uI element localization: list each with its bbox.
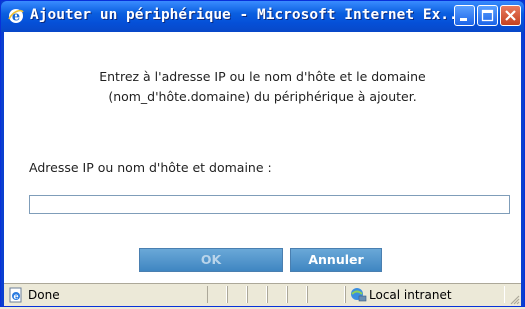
instruction-line-1: Entrez à l'adresse IP ou le nom d'hôte e…	[99, 69, 426, 84]
maximize-button[interactable]	[477, 5, 498, 26]
address-field-label: Adresse IP ou nom d'hôte et domaine :	[29, 160, 272, 175]
minimize-button[interactable]	[454, 5, 475, 26]
zone-text: Local intranet	[369, 288, 452, 302]
status-segment	[207, 286, 227, 303]
page-done-icon: e	[8, 287, 24, 303]
close-button[interactable]	[500, 5, 521, 26]
title-bar[interactable]: e Ajouter un périphérique - Microsoft In…	[1, 1, 524, 32]
status-segment	[307, 286, 345, 303]
status-text: Done	[28, 288, 60, 302]
internet-explorer-icon: e	[7, 7, 25, 25]
local-intranet-icon	[349, 286, 367, 303]
status-segment	[227, 286, 247, 303]
instructions: Entrez à l'adresse IP ou le nom d'hôte e…	[4, 67, 521, 107]
browser-window: e Ajouter un périphérique - Microsoft In…	[0, 0, 525, 307]
status-segment	[247, 286, 267, 303]
instruction-line-2: (nom_d'hôte.domaine) du périphérique à a…	[108, 89, 417, 104]
cancel-button[interactable]: Annuler	[290, 248, 382, 272]
resize-grip-icon[interactable]	[508, 290, 520, 305]
close-icon	[505, 10, 516, 21]
minimize-icon	[460, 18, 467, 21]
svg-text:e: e	[13, 291, 18, 301]
status-segment	[287, 286, 307, 303]
status-bar: e Done Local intranet	[4, 283, 521, 306]
maximize-icon	[481, 9, 494, 22]
address-input[interactable]	[29, 195, 510, 214]
window-title: Ajouter un périphérique - Microsoft Inte…	[30, 7, 467, 23]
status-segment	[267, 286, 287, 303]
dialog-content: Entrez à l'adresse IP ou le nom d'hôte e…	[4, 32, 521, 283]
ok-button[interactable]: OK	[139, 248, 283, 272]
